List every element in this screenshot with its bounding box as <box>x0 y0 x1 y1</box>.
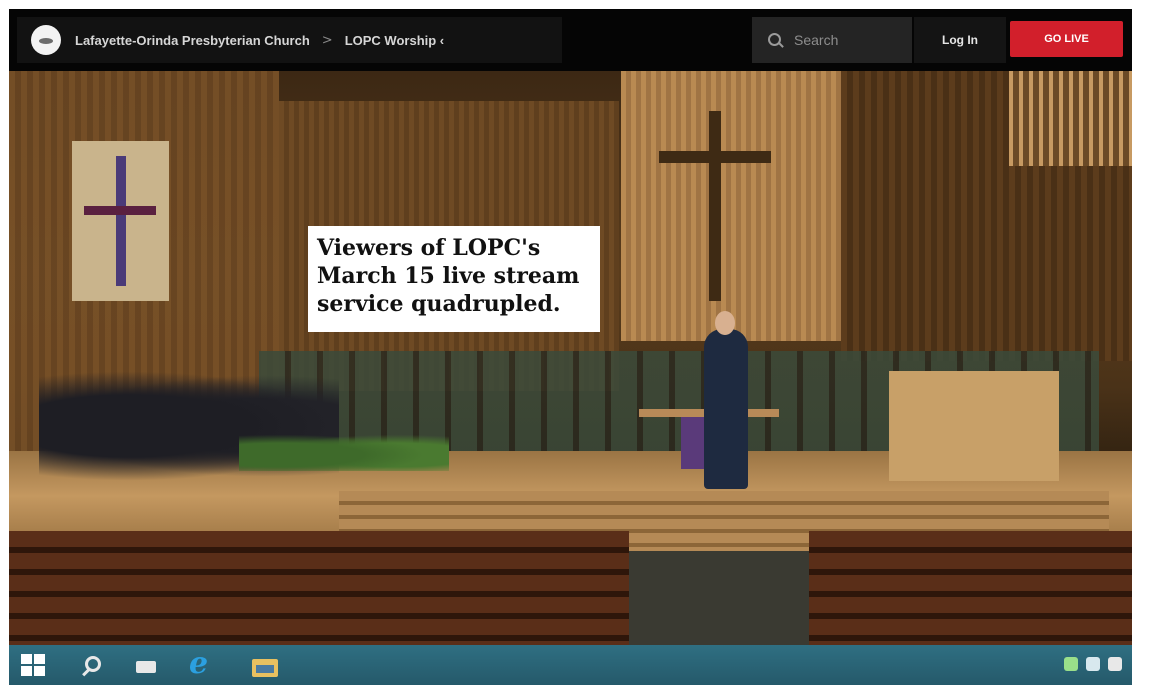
windows-taskbar: e <box>9 645 1132 685</box>
caption-overlay: Viewers of LOPC's March 15 live stream s… <box>308 226 600 332</box>
cross-vertical <box>709 111 721 301</box>
internet-explorer-icon[interactable]: e <box>189 649 219 679</box>
go-live-button[interactable]: GO LIVE <box>1010 21 1123 57</box>
breadcrumb: Lafayette-Orinda Presbyterian Church > L… <box>17 17 562 63</box>
breadcrumb-church-link[interactable]: Lafayette-Orinda Presbyterian Church <box>75 33 310 48</box>
pastor-figure <box>704 329 748 489</box>
breadcrumb-separator: > <box>321 32 333 48</box>
search-icon[interactable] <box>79 653 105 679</box>
stage-plants <box>239 431 449 471</box>
network-icon[interactable] <box>1064 657 1078 671</box>
cross-horizontal <box>659 151 771 163</box>
live-stream-video[interactable]: Viewers of LOPC's March 15 live stream s… <box>9 71 1132 645</box>
pews-right <box>809 531 1132 645</box>
windows-start-icon[interactable] <box>21 654 45 676</box>
church-logo-icon[interactable] <box>31 25 61 55</box>
file-explorer-icon[interactable] <box>251 653 278 679</box>
screen-frame: Lafayette-Orinda Presbyterian Church > L… <box>9 9 1132 685</box>
site-header: Lafayette-Orinda Presbyterian Church > L… <box>9 9 1132 71</box>
search-box[interactable] <box>752 17 912 63</box>
cross-panel <box>621 71 841 341</box>
organ-pipes <box>1009 71 1132 166</box>
pews-left <box>9 531 629 645</box>
task-view-icon[interactable] <box>133 653 159 679</box>
center-aisle <box>629 551 809 645</box>
search-icon <box>768 33 782 47</box>
breadcrumb-page-link[interactable]: LOPC Worship ‹ <box>345 33 444 48</box>
banner-cross-vertical <box>116 156 126 286</box>
pastor-head <box>715 311 735 335</box>
search-input[interactable] <box>792 31 896 49</box>
organ-console <box>889 371 1059 481</box>
volume-icon[interactable] <box>1086 657 1100 671</box>
notification-icon[interactable] <box>1108 657 1122 671</box>
login-button[interactable]: Log In <box>914 17 1006 63</box>
system-tray <box>1064 657 1122 671</box>
banner-cross-horizontal <box>84 206 156 215</box>
